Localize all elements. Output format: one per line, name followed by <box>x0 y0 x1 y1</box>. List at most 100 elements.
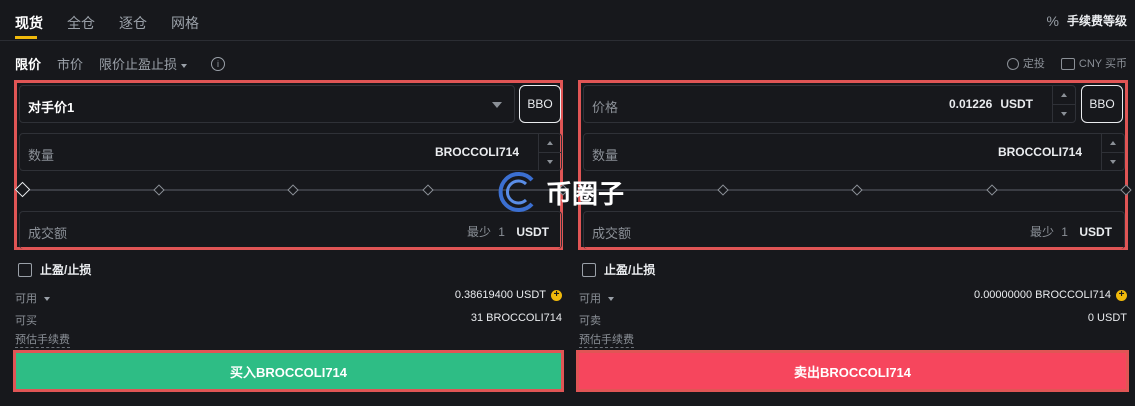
checkbox-icon[interactable] <box>18 262 32 277</box>
sell-price-label: 价格 <box>592 100 619 115</box>
slider-mark-25[interactable] <box>153 184 165 196</box>
order-type-tabs: 限价 市价 限价止盈止损 i <box>15 54 226 73</box>
trade-mode-tabs: 现货 全仓 逐仓 网格 % 手续费等级 <box>0 0 1135 41</box>
active-tab-indicator <box>15 36 37 39</box>
tab-cross[interactable]: 全仓 <box>67 13 95 33</box>
buy-quantity-stepper[interactable] <box>538 134 561 170</box>
sell-price-number: 0.01226 <box>948 97 993 111</box>
target-icon <box>1006 58 1019 71</box>
sell-min-value: 1 <box>1061 225 1068 239</box>
order-type-tpsl[interactable]: 限价止盈止损 <box>99 54 188 73</box>
buy-available-label[interactable]: 可用 <box>15 290 51 306</box>
buy-available-amount: 0.38619400 USDT <box>454 289 546 301</box>
sell-can-sell-label: 可卖 <box>579 315 601 327</box>
buy-total-label: 成交额 <box>28 226 68 241</box>
buy-quantity-label: 数量 <box>28 148 55 163</box>
fee-level-link[interactable]: % 手续费等级 <box>1047 12 1127 29</box>
order-type-tpsl-label: 限价止盈止损 <box>99 57 178 72</box>
sell-quantity-unit: BROCCOLI714 <box>997 145 1082 159</box>
slider-mark-75[interactable] <box>422 184 434 196</box>
slider-mark-50[interactable] <box>851 184 863 196</box>
buy-price-select[interactable]: 对手价1 <box>19 85 515 123</box>
slider-mark-25[interactable] <box>717 184 729 196</box>
buy-cny-label: CNY 买币 <box>1078 58 1127 70</box>
sell-can-sell-value: 0 USDT <box>1087 312 1127 324</box>
info-icon[interactable]: i <box>211 56 226 71</box>
sell-percentage-slider[interactable] <box>578 181 1132 198</box>
dca-link[interactable]: 定投 <box>1006 55 1045 71</box>
sell-min-label: 最少 <box>1029 225 1054 239</box>
stepper-up-icon[interactable] <box>1053 86 1075 105</box>
dropdown-arrow-icon <box>492 102 502 108</box>
stepper-down-icon[interactable] <box>1102 153 1124 171</box>
stepper-up-icon[interactable] <box>1102 134 1124 153</box>
sell-quantity-label: 数量 <box>592 148 619 163</box>
sell-quantity-stepper[interactable] <box>1101 134 1124 170</box>
slider-mark-100[interactable] <box>1120 184 1132 196</box>
buy-quantity-input[interactable]: 数量 BROCCOLI714 <box>19 133 562 171</box>
buy-can-buy-label: 可买 <box>15 315 37 327</box>
buy-cny-link[interactable]: CNY 买币 <box>1060 55 1127 71</box>
slider-mark-75[interactable] <box>986 184 998 196</box>
sell-bbo-button[interactable]: BBO <box>1081 85 1123 123</box>
buy-total-min: 最少 1 USDT <box>467 223 549 240</box>
stepper-down-icon[interactable] <box>539 153 561 171</box>
buy-price-select-value: 对手价1 <box>28 100 75 115</box>
sell-available-text: 可用 <box>579 293 601 305</box>
sell-tpsl-checkbox[interactable]: 止盈/止损 <box>582 261 655 278</box>
sell-button[interactable]: 卖出BROCCOLI714 <box>576 350 1129 392</box>
buy-tpsl-label: 止盈/止损 <box>40 263 92 277</box>
top-right-links: 定投 CNY 买币 <box>1006 55 1127 71</box>
sell-available-label[interactable]: 可用 <box>579 290 615 306</box>
sell-min-unit: USDT <box>1079 225 1112 239</box>
dca-label: 定投 <box>1022 58 1045 70</box>
buy-total-input[interactable]: 成交额 最少 1 USDT <box>19 211 562 249</box>
buy-tpsl-checkbox[interactable]: 止盈/止损 <box>18 261 91 278</box>
watermark-logo-icon <box>498 172 534 212</box>
order-type-limit[interactable]: 限价 <box>15 54 41 73</box>
buy-button[interactable]: 买入BROCCOLI714 <box>13 350 564 392</box>
buy-min-unit: USDT <box>516 225 549 239</box>
checkbox-icon[interactable] <box>582 262 596 277</box>
chevron-down-icon <box>44 297 51 302</box>
buy-can-buy-value: 31 BROCCOLI714 <box>470 312 562 324</box>
buy-bbo-button[interactable]: BBO <box>519 85 561 123</box>
sell-total-input[interactable]: 成交额 最少 1 USDT <box>583 211 1125 249</box>
sell-fee-label[interactable]: 预估手续费 <box>579 331 634 348</box>
sell-quantity-input[interactable]: 数量 BROCCOLI714 <box>583 133 1125 171</box>
buy-min-value: 1 <box>498 225 505 239</box>
buy-available-value: 0.38619400 USDT + <box>455 289 562 301</box>
watermark: 币圈子 <box>496 170 624 214</box>
sell-price-unit: USDT <box>1000 97 1033 111</box>
add-funds-icon[interactable]: + <box>1116 289 1127 301</box>
sell-price-input[interactable]: 价格 0.01226 USDT <box>583 85 1076 123</box>
tab-grid[interactable]: 网格 <box>171 13 199 33</box>
buy-form: 对手价1 BBO 数量 BROCCOLI714 成交额 最少 1 USDT <box>14 80 569 250</box>
order-type-market[interactable]: 市价 <box>57 54 83 73</box>
sell-total-label: 成交额 <box>592 226 632 241</box>
buy-percentage-slider[interactable] <box>14 181 569 198</box>
watermark-text: 币圈子 <box>546 178 625 209</box>
sell-price-value: 0.01226 USDT <box>949 97 1033 111</box>
fee-level-label: 手续费等级 <box>1066 14 1127 28</box>
stepper-up-icon[interactable] <box>539 134 561 153</box>
tab-spot[interactable]: 现货 <box>15 13 43 33</box>
buy-fee-label[interactable]: 预估手续费 <box>15 331 70 348</box>
sell-form: 价格 0.01226 USDT BBO 数量 BROCCOLI714 成交额 最少… <box>578 80 1132 250</box>
buy-available-text: 可用 <box>15 293 37 305</box>
wallet-icon <box>1060 58 1075 71</box>
percent-icon: % <box>1046 12 1059 29</box>
slider-handle[interactable] <box>14 181 31 198</box>
sell-available-value: 0.00000000 BROCCOLI714 + <box>974 289 1127 301</box>
slider-mark-50[interactable] <box>287 184 299 196</box>
stepper-down-icon[interactable] <box>1053 105 1075 123</box>
sell-total-min: 最少 1 USDT <box>1030 223 1112 240</box>
sell-tpsl-label: 止盈/止损 <box>604 263 656 277</box>
add-funds-icon[interactable]: + <box>551 289 562 301</box>
sell-price-stepper[interactable] <box>1052 86 1075 122</box>
tab-isolated[interactable]: 逐仓 <box>119 13 147 33</box>
buy-quantity-unit: BROCCOLI714 <box>434 145 519 159</box>
chevron-down-icon <box>608 297 615 302</box>
chevron-down-icon <box>181 63 188 68</box>
sell-available-amount: 0.00000000 BROCCOLI714 <box>974 289 1111 301</box>
